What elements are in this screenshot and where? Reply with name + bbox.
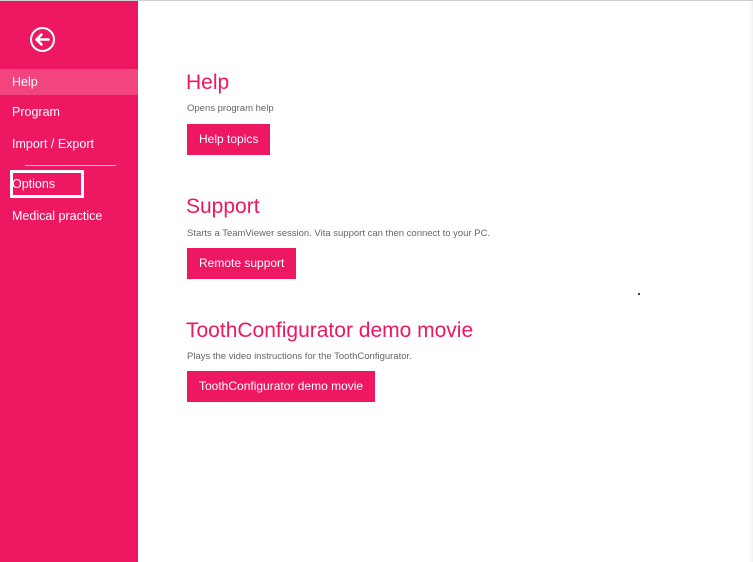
stray-dot [638, 293, 640, 295]
sidebar-divider [25, 165, 116, 166]
sidebar: Help Program Import / Export Options Med… [0, 1, 138, 562]
sidebar-item-program[interactable]: Program [0, 99, 138, 125]
help-section-description: Opens program help [187, 103, 274, 114]
remote-support-button[interactable]: Remote support [187, 248, 297, 279]
demo-movie-section-title: ToothConfigurator demo movie [186, 319, 474, 342]
window-edge-shadow [749, 1, 753, 562]
sidebar-item-label: Program [12, 105, 60, 119]
main-content: Help Opens program help Help topics Supp… [186, 1, 746, 562]
sidebar-item-help[interactable]: Help [0, 69, 138, 95]
app-window: Help Program Import / Export Options Med… [0, 0, 753, 562]
sidebar-item-label: Medical practice [12, 209, 103, 223]
help-topics-button[interactable]: Help topics [187, 124, 271, 155]
sidebar-item-medical-practice[interactable]: Medical practice [0, 203, 138, 229]
sidebar-item-label: Import / Export [12, 137, 94, 151]
support-section-title: Support [186, 195, 260, 218]
help-section-title: Help [186, 71, 230, 94]
support-section-description: Starts a TeamViewer session. Vita suppor… [187, 228, 491, 239]
sidebar-item-import-export[interactable]: Import / Export [0, 131, 138, 157]
arrow-left-circle-icon [30, 27, 55, 52]
sidebar-item-label: Help [12, 75, 38, 89]
options-highlight-box [10, 170, 84, 198]
back-button[interactable] [29, 26, 56, 53]
demo-movie-button[interactable]: ToothConfigurator demo movie [187, 371, 376, 402]
demo-movie-section-description: Plays the video instructions for the Too… [187, 351, 412, 362]
